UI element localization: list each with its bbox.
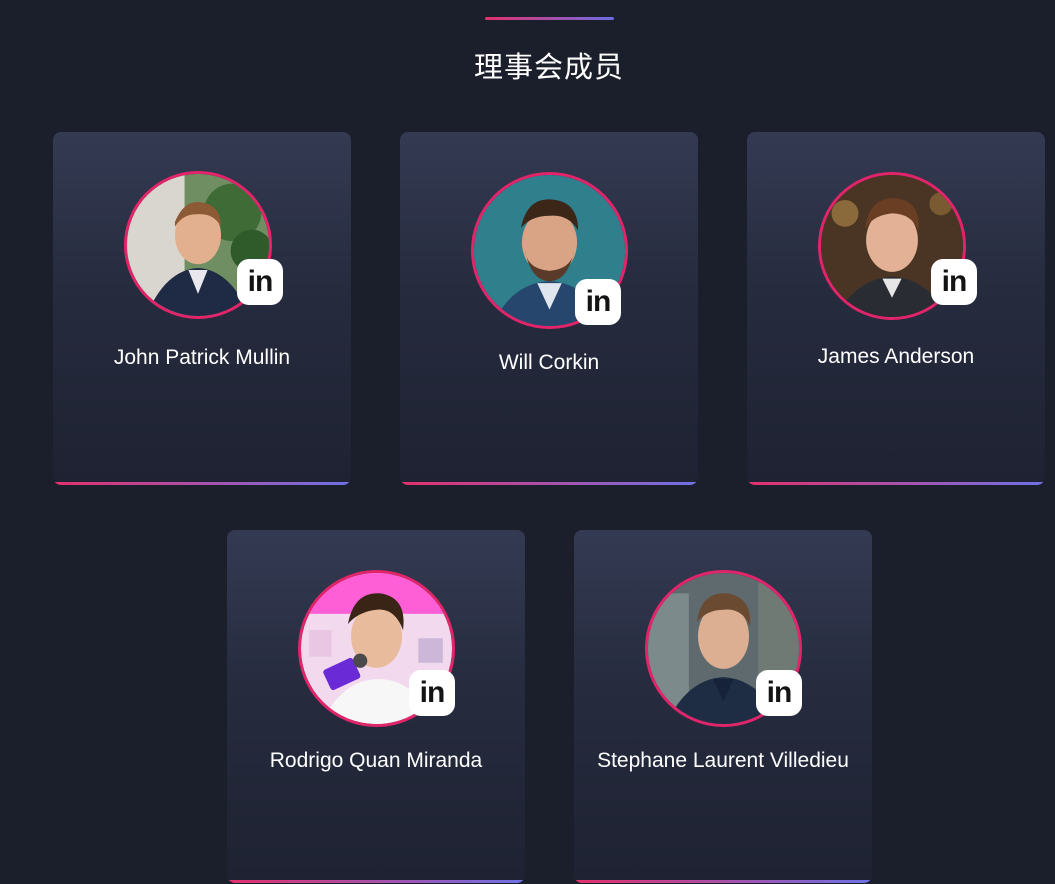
member-card: in James Anderson — [747, 132, 1045, 485]
member-card: in Rodrigo Quan Miranda — [227, 530, 525, 883]
linkedin-icon[interactable]: in — [931, 259, 977, 305]
member-card: in Will Corkin — [400, 132, 698, 485]
member-name: Stephane Laurent Villedieu — [597, 749, 849, 772]
linkedin-icon[interactable]: in — [756, 670, 802, 716]
linkedin-icon[interactable]: in — [409, 670, 455, 716]
section-title: 理事会成员 — [473, 50, 624, 84]
linkedin-icon[interactable]: in — [575, 279, 621, 325]
member-name: John Patrick Mullin — [113, 346, 291, 369]
linkedin-icon[interactable]: in — [237, 259, 283, 305]
member-card: in John Patrick Mullin — [53, 132, 351, 485]
member-name: Rodrigo Quan Miranda — [269, 749, 483, 772]
member-name: Will Corkin — [498, 351, 600, 374]
title-accent-divider — [485, 17, 614, 20]
member-name: James Anderson — [817, 345, 975, 368]
board-members-section: 理事会成员 in John Patrick Mullin in Will Cor… — [0, 0, 1055, 884]
member-card: in Stephane Laurent Villedieu — [574, 530, 872, 883]
